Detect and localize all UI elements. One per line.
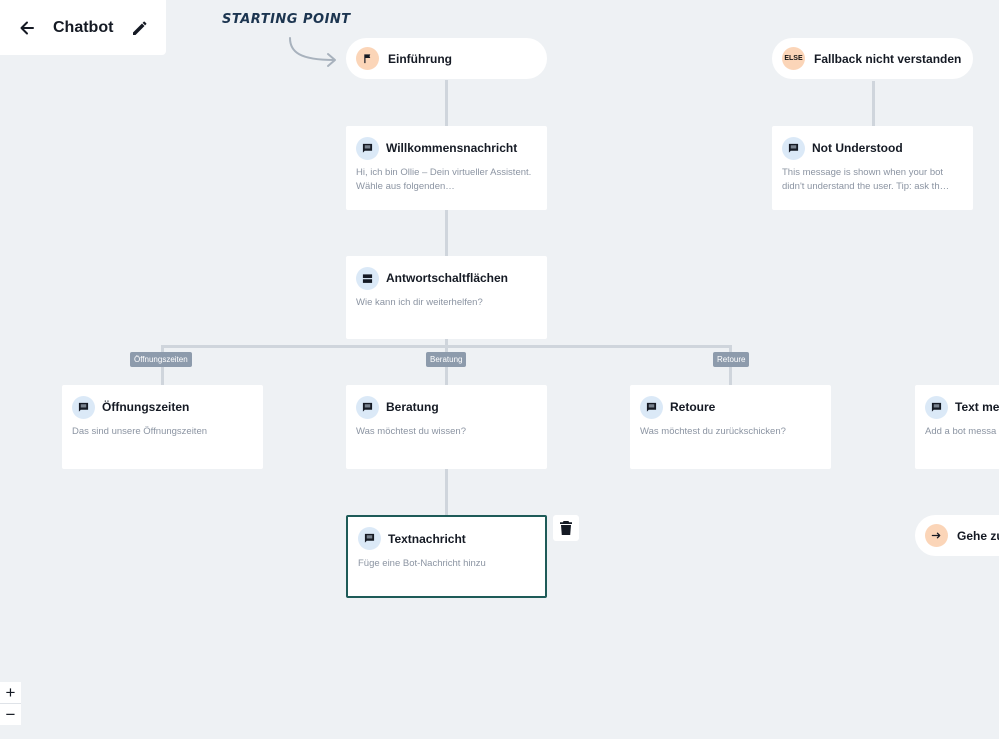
header-bar: Chatbot (0, 0, 166, 55)
node-description: This message is shown when your bot didn… (782, 167, 950, 192)
buttons-icon (356, 267, 379, 290)
node-description: Was möchtest du zurückschicken? (640, 426, 786, 437)
node-title: Willkommensnachricht (386, 141, 518, 155)
node-fallback[interactable]: ELSE Fallback nicht verstanden (772, 38, 973, 79)
back-arrow-icon[interactable] (17, 18, 37, 38)
branch-tag: Beratung (426, 352, 467, 367)
node-hours[interactable]: Öffnungszeiten Das sind unsere Öffnungsz… (62, 385, 263, 469)
node-title: Öffnungszeiten (102, 400, 190, 414)
message-icon (356, 396, 379, 419)
node-description: Add a bot messa (925, 426, 997, 437)
node-description: Das sind unsere Öffnungszeiten (72, 426, 208, 437)
node-answer-buttons[interactable]: Antwortschaltflächen Wie kann ich dir we… (346, 256, 547, 339)
message-icon (782, 137, 805, 160)
node-text-new[interactable]: Textnachricht Füge eine Bot-Nachricht hi… (346, 515, 547, 598)
node-title: Text mes (955, 400, 999, 414)
node-title: Retoure (670, 400, 716, 414)
node-title: Einführung (388, 51, 452, 66)
connector (445, 210, 448, 256)
connector (445, 80, 448, 126)
node-description: Was möchtest du wissen? (356, 426, 466, 437)
branch-tag: Retoure (713, 352, 750, 367)
message-icon (72, 396, 95, 419)
branch-tag: Öffnungszeiten (130, 352, 192, 367)
page-title: Chatbot (53, 19, 114, 36)
node-welcome[interactable]: Willkommensnachricht Hi, ich bin Ollie –… (346, 126, 547, 210)
node-title: Fallback nicht verstanden (814, 51, 962, 66)
node-goto[interactable]: Gehe zu (915, 515, 999, 556)
connector (445, 469, 448, 515)
message-icon (356, 137, 379, 160)
node-description: Füge eine Bot-Nachricht hinzu (358, 558, 486, 569)
node-title: Beratung (386, 400, 439, 414)
node-text-message[interactable]: Text mes Add a bot messa (915, 385, 999, 469)
node-title: Not Understood (812, 141, 903, 155)
node-title: Antwortschaltflächen (386, 271, 509, 285)
delete-node-button[interactable] (553, 515, 579, 541)
zoom-in-button[interactable]: + (0, 682, 21, 704)
node-advice[interactable]: Beratung Was möchtest du wissen? (346, 385, 547, 469)
node-description: Wie kann ich dir weiterhelfen? (356, 297, 483, 308)
zoom-out-button[interactable]: − (0, 704, 21, 725)
else-badge: ELSE (782, 47, 805, 70)
node-title: Gehe zu (957, 528, 999, 543)
message-icon (640, 396, 663, 419)
node-description: Hi, ich bin Ollie – Dein virtueller Assi… (356, 167, 532, 192)
node-title: Textnachricht (388, 532, 466, 546)
pencil-icon[interactable] (130, 18, 150, 38)
starting-point-arrow-icon (289, 37, 336, 67)
flag-icon (356, 47, 379, 70)
message-icon (925, 396, 948, 419)
arrow-right-icon (925, 524, 948, 547)
trash-icon (560, 521, 572, 535)
node-intro[interactable]: Einführung (346, 38, 547, 79)
node-returns[interactable]: Retoure Was möchtest du zurückschicken? (630, 385, 831, 469)
connector (872, 81, 875, 126)
message-icon (358, 527, 381, 550)
starting-point-label: STARTING POINT (222, 12, 351, 27)
node-not-understood[interactable]: Not Understood This message is shown whe… (772, 126, 973, 210)
